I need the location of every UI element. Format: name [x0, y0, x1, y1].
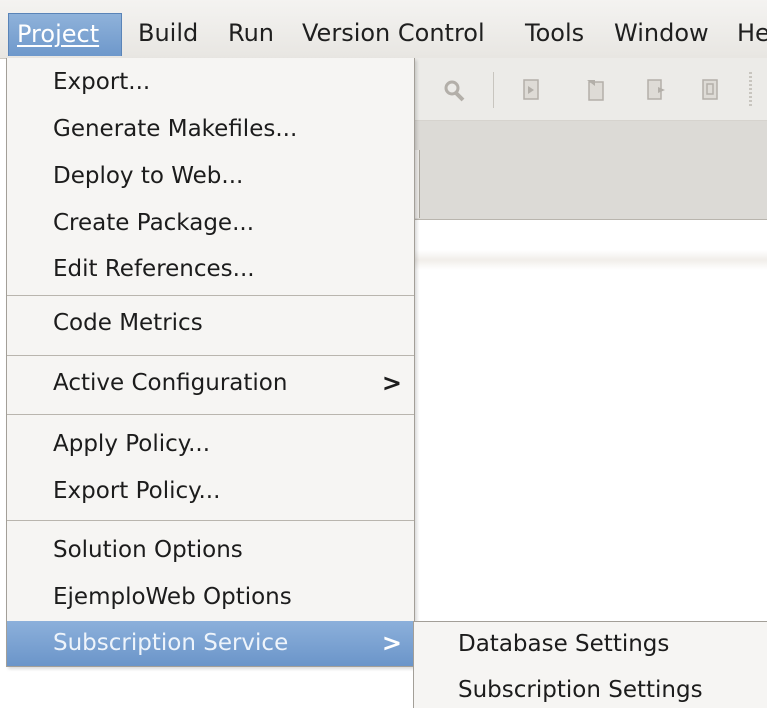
menu-separator — [7, 295, 414, 296]
submenu-item-database-settings[interactable]: Database Settings — [414, 622, 767, 666]
menu-version-control[interactable]: Version Control — [302, 13, 485, 56]
menu-tools[interactable]: Tools — [525, 13, 584, 56]
menu-item-generate-makefiles-label: Generate Makefiles... — [53, 116, 298, 142]
menu-separator — [7, 414, 414, 415]
project-menu-dropdown: Export... Generate Makefiles... Deploy t… — [6, 58, 415, 667]
submenu-item-subscription-settings[interactable]: Subscription Settings — [414, 668, 767, 712]
menu-separator — [7, 355, 414, 356]
menu-item-export-policy-label: Export Policy... — [53, 478, 221, 504]
menu-item-solution-options[interactable]: Solution Options — [7, 528, 414, 574]
toolbar-grip — [749, 72, 752, 108]
menu-separator — [7, 520, 414, 521]
menu-item-export-policy[interactable]: Export Policy... — [7, 469, 414, 515]
menu-item-edit-references-label: Edit References... — [53, 256, 255, 282]
menu-project-label: Project — [17, 20, 100, 48]
menu-item-project-options[interactable]: EjemploWeb Options — [7, 575, 414, 621]
bookmark-prev-icon[interactable] — [521, 78, 543, 102]
menu-item-active-configuration[interactable]: Active Configuration > — [7, 361, 414, 407]
submenu-item-subscription-settings-label: Subscription Settings — [458, 677, 703, 703]
document-tab-strip — [413, 121, 767, 220]
submenu-arrow-icon: > — [381, 629, 402, 657]
menu-item-solution-options-label: Solution Options — [53, 537, 243, 563]
menu-item-create-package-label: Create Package... — [53, 210, 255, 236]
menu-item-create-package[interactable]: Create Package... — [7, 201, 414, 247]
menu-item-deploy-to-web-label: Deploy to Web... — [53, 163, 244, 189]
menu-item-edit-references[interactable]: Edit References... — [7, 247, 414, 293]
menu-item-subscription-service[interactable]: Subscription Service > — [7, 621, 414, 666]
menu-item-active-configuration-label: Active Configuration — [53, 370, 288, 396]
menu-window[interactable]: Window — [614, 13, 709, 56]
bookmark-next-icon[interactable] — [585, 78, 607, 102]
menu-help-label: He — [737, 19, 767, 47]
submenu-arrow-icon: > — [381, 369, 402, 397]
menu-item-code-metrics[interactable]: Code Metrics — [7, 301, 414, 347]
menu-window-label: Window — [614, 19, 709, 47]
menu-item-apply-policy[interactable]: Apply Policy... — [7, 422, 414, 468]
bookmark-toggle-icon[interactable] — [645, 78, 667, 102]
menu-help[interactable]: He — [737, 13, 767, 56]
menu-build-label: Build — [138, 19, 199, 47]
toolbar-separator — [493, 72, 494, 108]
search-icon[interactable] — [443, 78, 465, 102]
subscription-service-submenu: Database Settings Subscription Settings — [413, 621, 767, 708]
menu-item-code-metrics-label: Code Metrics — [53, 310, 203, 336]
bookmark-clear-icon[interactable] — [699, 78, 721, 102]
toolbar — [413, 58, 767, 121]
menubar: Project Build Run Version Control Tools … — [0, 0, 767, 59]
menu-item-export[interactable]: Export... — [7, 60, 414, 106]
menu-item-deploy-to-web[interactable]: Deploy to Web... — [7, 154, 414, 200]
menu-item-subscription-service-label: Subscription Service — [53, 630, 289, 656]
menu-item-generate-makefiles[interactable]: Generate Makefiles... — [7, 107, 414, 153]
menu-item-export-label: Export... — [53, 69, 151, 95]
menu-item-project-options-label: EjemploWeb Options — [53, 584, 292, 610]
editor-area-band — [413, 250, 767, 270]
menu-tools-label: Tools — [525, 19, 585, 47]
submenu-item-database-settings-label: Database Settings — [458, 631, 670, 657]
menu-project[interactable]: Project — [8, 13, 122, 56]
menu-run-label: Run — [228, 19, 275, 47]
menu-version-control-label: Version Control — [302, 19, 485, 47]
menu-item-apply-policy-label: Apply Policy... — [53, 431, 211, 457]
menu-build[interactable]: Build — [138, 13, 198, 56]
menu-run[interactable]: Run — [228, 13, 274, 56]
